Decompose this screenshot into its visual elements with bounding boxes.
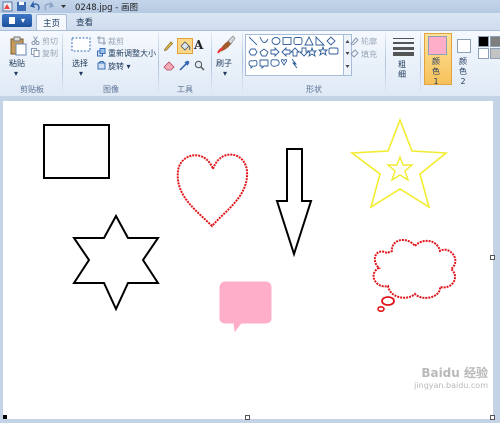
color1-label: 颜色 1 [432, 57, 440, 86]
shapes-group-label: 形状 [306, 85, 322, 94]
fill-button[interactable]: 填充 [361, 49, 377, 60]
tab-view-label: 查看 [76, 18, 94, 28]
pencil-icon[interactable] [163, 40, 174, 51]
rotate-label: 旋转 [108, 62, 124, 71]
arrow-down-shape [275, 148, 313, 258]
star-6-shape [72, 213, 160, 312]
shapes-gallery[interactable] [245, 34, 344, 76]
palette-swatch[interactable] [490, 36, 500, 47]
rotate-icon [97, 61, 106, 70]
outline-icon [350, 37, 359, 45]
undo-icon[interactable] [30, 1, 41, 12]
star-5-outer-shape [349, 117, 449, 209]
crop-button[interactable]: 裁剪 [108, 36, 124, 47]
size-label-line2[interactable]: 细 [398, 69, 406, 80]
fill-bucket-icon [180, 41, 191, 51]
paint-app-icon [2, 1, 13, 12]
palette-swatch[interactable] [478, 48, 489, 59]
color-picker-icon[interactable] [179, 60, 190, 71]
palette-swatch[interactable] [490, 48, 500, 59]
select-icon[interactable] [71, 37, 91, 52]
redo-icon[interactable] [43, 1, 54, 12]
tab-home[interactable]: 主页 [36, 14, 68, 31]
watermark: Baidu 经验 jingyan.baidu.com [388, 364, 488, 390]
file-menu-icon [8, 17, 15, 24]
clipboard-group-label: 剪贴板 [20, 85, 44, 94]
canvas-resize-handle-corner[interactable] [490, 415, 495, 420]
thought-cloud-shape [372, 239, 457, 299]
group-divider [211, 33, 212, 93]
file-menu-button[interactable]: ▾ [2, 14, 32, 27]
eraser-icon[interactable] [163, 60, 175, 71]
title-bar: 0248.jpg - 画图 [0, 0, 500, 13]
tab-view[interactable]: 查看 [70, 14, 99, 30]
cut-icon [31, 36, 40, 45]
crop-icon [97, 36, 106, 45]
rectangle-shape [43, 124, 110, 179]
paste-button[interactable]: 粘贴 [9, 58, 25, 69]
color2-swatch[interactable] [457, 39, 471, 53]
window-title: 0248.jpg - 画图 [75, 3, 138, 13]
paste-dropdown-arrow[interactable]: ▾ [14, 69, 18, 78]
text-tool-icon[interactable]: A [194, 38, 203, 52]
thought-cloud-dot-small [377, 306, 385, 313]
brush-icon[interactable] [216, 35, 236, 55]
group-divider [158, 33, 159, 93]
speech-bubble-shape [219, 281, 272, 333]
group-divider [420, 33, 421, 93]
rotate-button[interactable]: 旋转 ▾ [108, 61, 131, 72]
resize-button[interactable]: 重新调整大小 [108, 48, 156, 59]
customize-toolbar-icon[interactable] [58, 1, 69, 12]
paste-icon[interactable] [8, 36, 28, 56]
brushes-button[interactable]: 刷子 [216, 58, 232, 69]
color1-swatch [428, 36, 447, 55]
select-button[interactable]: 选择 [72, 58, 88, 69]
heart-shape [176, 153, 249, 228]
resize-icon [97, 48, 106, 57]
canvas-corner-pixel [3, 415, 7, 419]
shapes-gallery-icons [248, 35, 339, 70]
cut-button[interactable]: 剪切 [42, 36, 58, 47]
outline-button[interactable]: 轮廓 [361, 36, 377, 47]
file-menu-arrow: ▾ [20, 16, 25, 25]
canvas-resize-handle-bottom[interactable] [245, 415, 250, 420]
size-icon[interactable] [392, 36, 415, 56]
canvas-resize-handle-right[interactable] [490, 255, 495, 260]
watermark-brand: Baidu 经验 [421, 366, 488, 380]
color2-label: 颜色 2 [459, 57, 467, 86]
copy-button[interactable]: 复制 [42, 48, 58, 59]
select-dropdown-arrow[interactable]: ▾ [79, 69, 83, 78]
watermark-url: jingyan.baidu.com [414, 381, 488, 390]
fill-icon [350, 49, 359, 58]
group-divider [385, 33, 386, 93]
rotate-dropdown-arrow: ▾ [124, 62, 131, 71]
magnifier-icon[interactable] [194, 60, 205, 71]
save-icon[interactable] [16, 1, 27, 12]
copy-icon [31, 48, 40, 57]
group-divider [62, 33, 63, 93]
group-divider [242, 33, 243, 93]
brushes-dropdown-arrow[interactable]: ▾ [223, 69, 227, 78]
tab-home-label: 主页 [43, 19, 61, 29]
image-group-label: 图像 [103, 85, 119, 94]
fill-tool-selected[interactable] [177, 38, 193, 54]
thought-cloud-dot-large [381, 296, 395, 306]
palette-swatch[interactable] [478, 36, 489, 47]
tools-group-label: 工具 [177, 85, 193, 94]
star-5-inner-shape [386, 155, 414, 182]
